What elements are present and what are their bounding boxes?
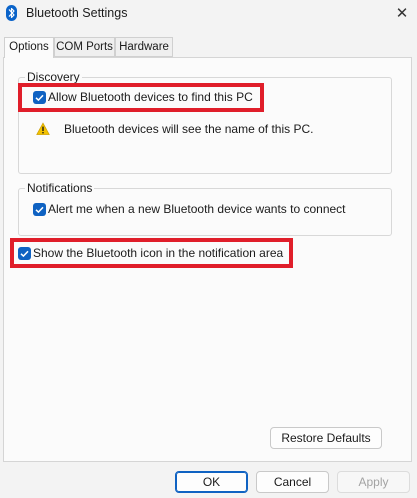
apply-button[interactable]: Apply	[337, 471, 410, 493]
show-icon-checkbox[interactable]	[18, 247, 31, 260]
window-title: Bluetooth Settings	[26, 6, 128, 20]
title-bar: Bluetooth Settings ✕	[0, 0, 417, 28]
warning-text: Bluetooth devices will see the name of t…	[64, 122, 314, 136]
discovery-group-label: Discovery	[25, 70, 82, 84]
allow-find-checkbox[interactable]	[33, 91, 46, 104]
tab-options[interactable]: Options	[4, 37, 54, 58]
tab-hardware[interactable]: Hardware	[115, 37, 173, 57]
bluetooth-icon	[6, 5, 17, 21]
checkmark-icon	[35, 206, 44, 214]
tab-com-ports[interactable]: COM Ports	[54, 37, 115, 57]
checkmark-icon	[20, 250, 29, 258]
alert-new-device-label[interactable]: Alert me when a new Bluetooth device wan…	[48, 202, 346, 216]
alert-new-device-checkbox[interactable]	[33, 203, 46, 216]
cancel-button[interactable]: Cancel	[256, 471, 329, 493]
warning-icon	[36, 122, 50, 135]
allow-find-label[interactable]: Allow Bluetooth devices to find this PC	[48, 90, 253, 104]
checkmark-icon	[35, 94, 44, 102]
restore-defaults-button[interactable]: Restore Defaults	[270, 427, 382, 449]
ok-button[interactable]: OK	[175, 471, 248, 493]
close-button[interactable]: ✕	[387, 0, 417, 28]
notifications-group-label: Notifications	[25, 181, 95, 195]
show-icon-label[interactable]: Show the Bluetooth icon in the notificat…	[33, 246, 283, 260]
